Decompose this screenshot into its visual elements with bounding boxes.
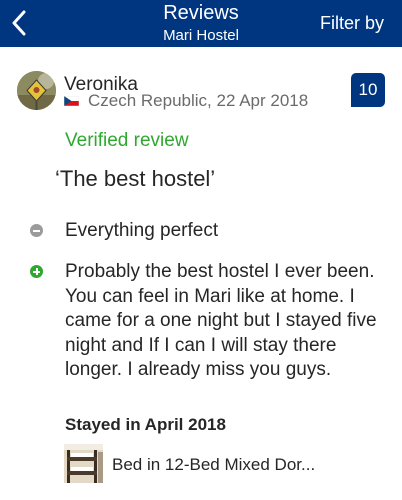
avatar-photo (17, 71, 56, 110)
plus-circle-icon (30, 265, 43, 278)
reviewer-meta: Czech Republic, 22 Apr 2018 (64, 91, 308, 111)
avatar[interactable] (17, 71, 56, 110)
bunk-bed-image (64, 444, 103, 483)
top-nav-bar: Reviews Mari Hostel Filter by (0, 0, 402, 47)
negative-comment: Everything perfect (65, 220, 219, 241)
review-title: ‘The best hostel’ (55, 166, 216, 191)
reviewer-country-date: Czech Republic, 22 Apr 2018 (88, 91, 309, 110)
stay-date: Stayed in April 2018 (65, 415, 226, 434)
room-type: Bed in 12-Bed Mixed Dor... (112, 455, 316, 474)
filter-button[interactable]: Filter by (320, 12, 384, 34)
positive-comment: Probably the best hostel I ever been. Yo… (65, 261, 377, 380)
review-score-badge: 10 (351, 73, 385, 107)
verified-review-label: Verified review (65, 130, 189, 151)
minus-circle-icon (30, 224, 43, 237)
room-photo[interactable] (64, 444, 103, 483)
czech-flag-icon (64, 96, 79, 106)
